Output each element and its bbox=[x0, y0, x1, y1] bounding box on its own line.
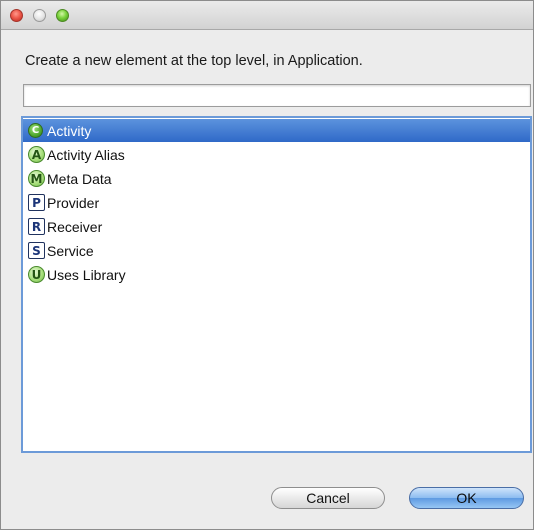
list-item-service[interactable]: S Service bbox=[23, 239, 530, 262]
title-bar[interactable] bbox=[1, 1, 533, 30]
service-icon: S bbox=[28, 242, 45, 259]
list-item-receiver[interactable]: R Receiver bbox=[23, 215, 530, 238]
list-item-meta-data[interactable]: M Meta Data bbox=[23, 167, 530, 190]
filter-input[interactable] bbox=[23, 84, 531, 107]
minimize-window-button[interactable] bbox=[33, 9, 46, 22]
list-item-label: Receiver bbox=[47, 218, 103, 235]
dialog-window: Create a new element at the top level, i… bbox=[0, 0, 534, 530]
list-item-activity[interactable]: C Activity bbox=[23, 119, 530, 142]
dialog-prompt: Create a new element at the top level, i… bbox=[25, 53, 363, 69]
list-item-uses-library[interactable]: U Uses Library bbox=[23, 263, 530, 286]
list-item-label: Meta Data bbox=[47, 170, 112, 187]
uses-library-icon: U bbox=[28, 266, 45, 283]
element-list[interactable]: C Activity A Activity Alias M Meta Data … bbox=[21, 116, 532, 453]
alias-icon: A bbox=[28, 146, 45, 163]
ok-button[interactable]: OK bbox=[409, 487, 524, 509]
list-item-label: Activity Alias bbox=[47, 146, 125, 163]
provider-icon: P bbox=[28, 194, 45, 211]
list-item-activity-alias[interactable]: A Activity Alias bbox=[23, 143, 530, 166]
list-item-label: Activity bbox=[47, 122, 92, 139]
list-item-label: Service bbox=[47, 242, 94, 259]
list-item-label: Uses Library bbox=[47, 266, 126, 283]
list-item-provider[interactable]: P Provider bbox=[23, 191, 530, 214]
cancel-button[interactable]: Cancel bbox=[271, 487, 385, 509]
zoom-window-button[interactable] bbox=[56, 9, 69, 22]
class-icon: C bbox=[28, 123, 43, 138]
receiver-icon: R bbox=[28, 218, 45, 235]
list-item-label: Provider bbox=[47, 194, 100, 211]
close-window-button[interactable] bbox=[10, 9, 23, 22]
meta-data-icon: M bbox=[28, 170, 45, 187]
